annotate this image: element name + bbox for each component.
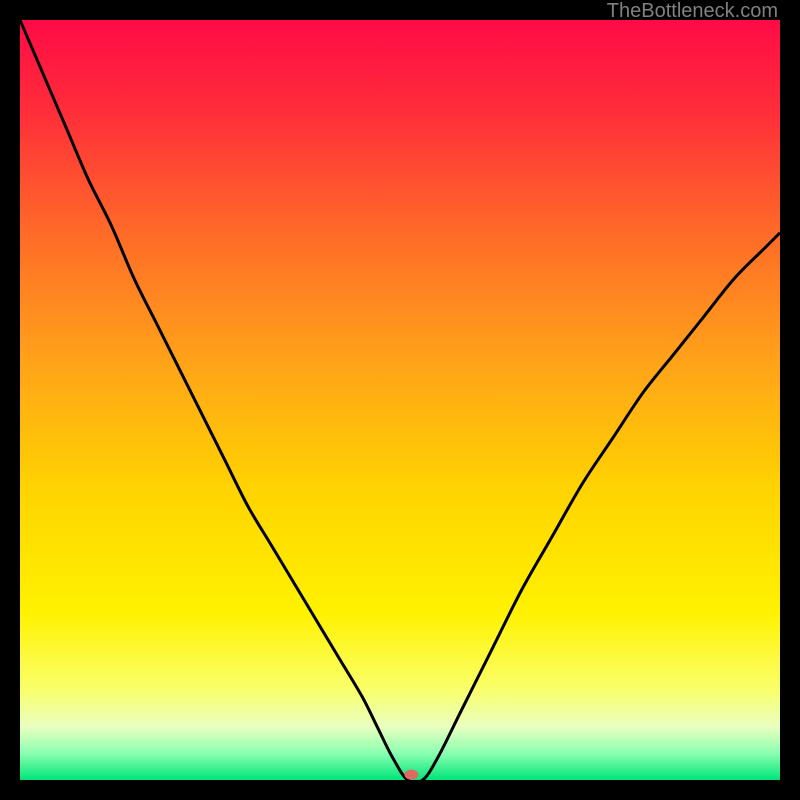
bottleneck-chart: [20, 20, 780, 780]
optimal-marker: [404, 770, 418, 780]
gradient-background: [20, 20, 780, 780]
watermark-text: TheBottleneck.com: [607, 0, 778, 23]
chart-frame: [20, 20, 780, 780]
